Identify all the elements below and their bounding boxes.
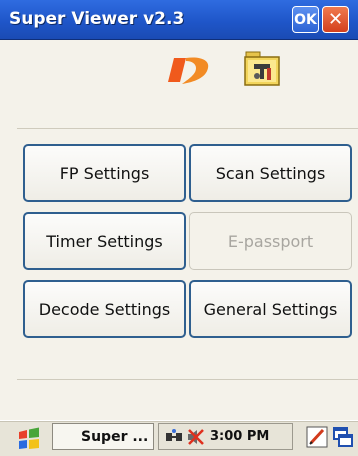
windows-flag-icon[interactable]	[16, 427, 42, 451]
settings-folder-icon[interactable]	[243, 48, 281, 88]
network-icon[interactable]	[164, 427, 184, 447]
decode-settings-button[interactable]: Decode Settings	[23, 280, 186, 338]
close-button[interactable]: ✕	[322, 6, 349, 33]
window-title: Super Viewer v2.3	[9, 9, 185, 29]
e-passport-button: E-passport	[189, 212, 352, 270]
pen-input-icon[interactable]	[305, 425, 329, 449]
window-switch-icon[interactable]	[331, 425, 355, 449]
scan-settings-button[interactable]: Scan Settings	[189, 144, 352, 202]
brand-logo-icon	[168, 57, 209, 84]
general-settings-button[interactable]: General Settings	[189, 280, 352, 338]
taskbar-app-button[interactable]: Super ...	[52, 423, 154, 450]
timer-settings-button[interactable]: Timer Settings	[23, 212, 186, 270]
fp-settings-button[interactable]: FP Settings	[23, 144, 186, 202]
clock[interactable]: 3:00 PM	[210, 429, 269, 444]
volume-icon[interactable]	[186, 427, 206, 447]
ok-button[interactable]: OK	[292, 6, 319, 33]
